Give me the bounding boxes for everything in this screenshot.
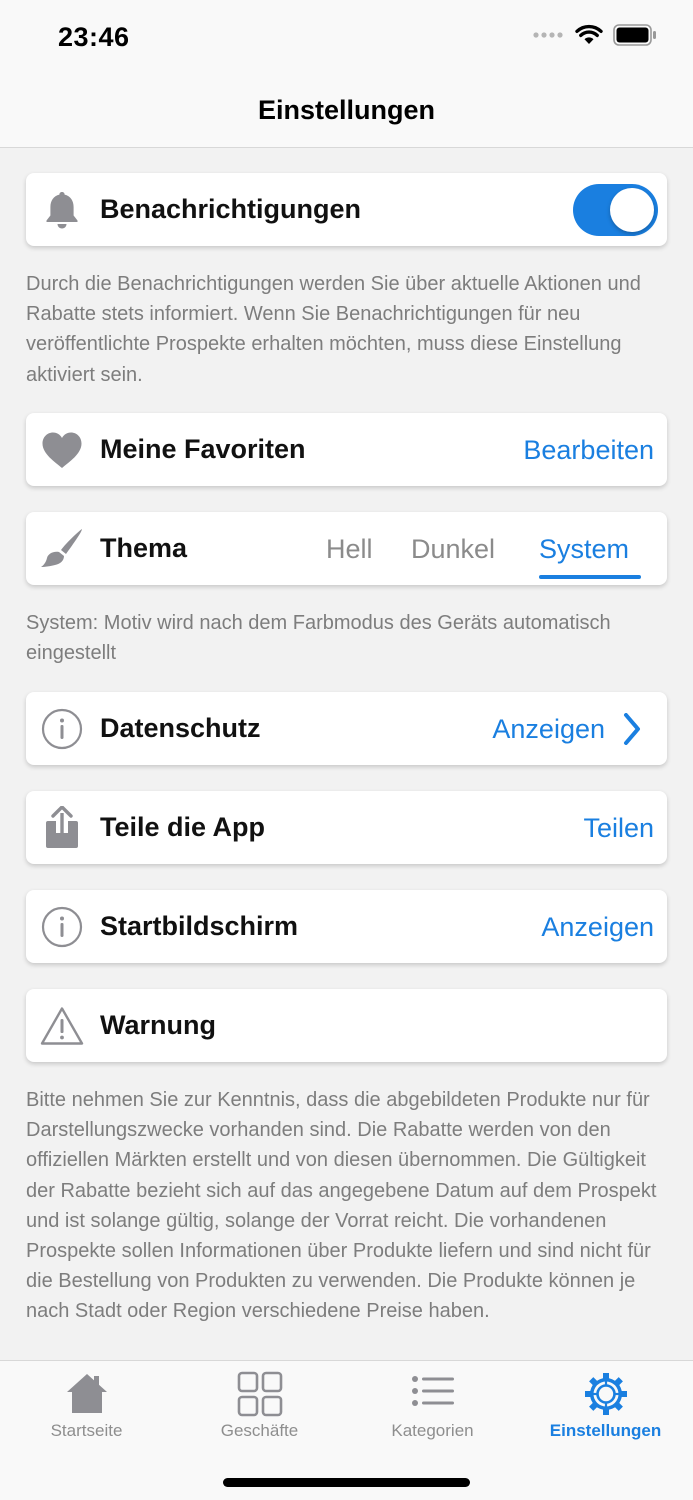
tab-einstellungen[interactable]: Einstellungen — [519, 1361, 692, 1451]
share-icon — [40, 806, 84, 850]
list-icon — [411, 1376, 454, 1406]
theme-option-system[interactable]: System — [539, 534, 629, 565]
notifications-label: Benachrichtigungen — [100, 194, 362, 224]
cellular-signal-icon — [533, 32, 563, 38]
warning-description: Bitte nehmen Sie zur Kenntnis, dass die … — [26, 1089, 657, 1323]
chevron-right-icon — [624, 713, 640, 745]
tab-label: Einstellungen — [549, 1421, 662, 1440]
info-icon — [40, 707, 84, 751]
share-row[interactable]: Teile die App Teilen — [26, 791, 667, 864]
battery-icon — [613, 24, 656, 46]
theme-option-hell[interactable]: Hell — [326, 534, 373, 565]
tab-startseite[interactable]: Startseite — [0, 1361, 173, 1451]
paintbrush-icon — [40, 527, 84, 571]
toggle-knob — [610, 188, 654, 232]
status-time: 23:46 — [58, 22, 130, 52]
tab-label: Kategorien — [391, 1421, 474, 1440]
selected-indicator — [539, 575, 641, 579]
status-icons — [533, 24, 657, 46]
privacy-show-button[interactable]: Anzeigen — [492, 714, 605, 745]
startscreen-row[interactable]: Startbildschirm Anzeigen — [26, 890, 667, 963]
nav-bar: Einstellungen — [0, 80, 693, 148]
info-icon — [40, 905, 84, 949]
theme-description: System: Motiv wird nach dem Farbmodus de… — [26, 612, 611, 665]
startscreen-show-button[interactable]: Anzeigen — [541, 912, 654, 943]
gear-icon — [584, 1373, 627, 1415]
wifi-icon — [575, 24, 603, 44]
warning-row: Warnung — [26, 989, 667, 1062]
home-indicator — [223, 1478, 470, 1487]
bell-icon — [40, 188, 84, 232]
privacy-row[interactable]: Datenschutz Anzeigen — [26, 692, 667, 765]
page-title: Einstellungen — [257, 95, 436, 125]
tab-label: Geschäfte — [220, 1421, 299, 1440]
theme-label: Thema — [100, 533, 188, 563]
tab-geschaefte[interactable]: Geschäfte — [173, 1361, 346, 1451]
tab-label: Startseite — [50, 1421, 123, 1440]
tab-kategorien[interactable]: Kategorien — [346, 1361, 519, 1451]
favorites-row[interactable]: Meine Favoriten Bearbeiten — [26, 413, 667, 486]
warning-icon — [40, 1004, 84, 1048]
share-button[interactable]: Teilen — [583, 813, 654, 844]
favorites-label: Meine Favoriten — [100, 434, 306, 464]
house-icon — [66, 1374, 107, 1413]
heart-icon — [40, 428, 84, 472]
privacy-label: Datenschutz — [100, 713, 261, 743]
notifications-toggle[interactable] — [573, 184, 658, 236]
startscreen-label: Startbildschirm — [100, 911, 299, 941]
theme-row: Thema Hell Dunkel System — [26, 512, 667, 585]
notifications-row: Benachrichtigungen — [26, 173, 667, 246]
theme-option-dunkel[interactable]: Dunkel — [411, 534, 495, 565]
grid-icon — [237, 1371, 282, 1417]
share-label: Teile die App — [100, 812, 266, 842]
warning-label: Warnung — [100, 1010, 216, 1040]
notifications-description: Durch die Benachrichtigungen werden Sie … — [26, 273, 641, 386]
favorites-edit-button[interactable]: Bearbeiten — [523, 435, 654, 466]
status-bar: 23:46 — [0, 0, 693, 80]
